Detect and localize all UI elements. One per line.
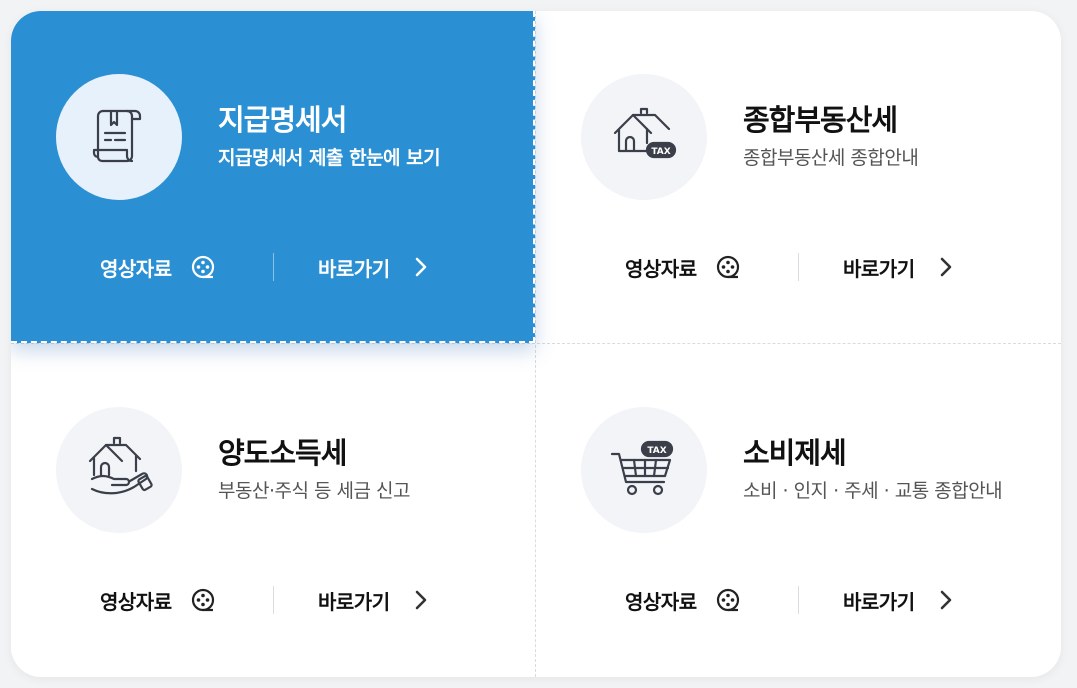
shopping-cart-tax-icon: TAX xyxy=(608,436,680,504)
video-material-link[interactable]: 영상자료 xyxy=(625,582,741,618)
horizontal-divider xyxy=(11,343,1061,344)
video-material-label: 영상자료 xyxy=(100,256,172,281)
card-description: 지급명세서 제출 한눈에 보기 xyxy=(218,147,441,169)
card-actions: 영상자료 바로가기 xyxy=(536,582,1060,618)
card-description: 부동산·주식 등 세금 신고 xyxy=(218,480,410,502)
card-capital-gains-tax[interactable]: 양도소득세 부동산·주식 등 세금 신고 영상자료 바로가기 xyxy=(11,344,535,676)
film-reel-icon xyxy=(190,254,216,280)
shortcut-label: 바로가기 xyxy=(843,589,915,614)
card-comprehensive-real-estate-tax[interactable]: TAX 종합부동산세 종합부동산세 종합안내 영상자료 바로가기 xyxy=(536,11,1060,343)
video-material-label: 영상자료 xyxy=(625,589,697,614)
document-scroll-icon xyxy=(87,103,151,171)
video-material-label: 영상자료 xyxy=(625,256,697,281)
card-actions: 영상자료 바로가기 xyxy=(11,249,535,285)
card-title: 지급명세서 xyxy=(218,103,347,137)
shortcut-label: 바로가기 xyxy=(843,256,915,281)
video-material-label: 영상자료 xyxy=(100,589,172,614)
icon-circle xyxy=(56,407,182,533)
icon-circle: TAX xyxy=(581,407,707,533)
tax-service-panel: 지급명세서 지급명세서 제출 한눈에 보기 영상자료 바로가기 TAX 종합부동… xyxy=(11,11,1061,677)
tax-badge-text: TAX xyxy=(651,147,670,157)
chevron-right-icon xyxy=(939,256,953,278)
house-in-hand-icon xyxy=(84,435,154,505)
icon-circle: TAX xyxy=(581,74,707,200)
video-material-link[interactable]: 영상자료 xyxy=(100,249,216,285)
action-separator xyxy=(798,253,799,281)
action-separator xyxy=(273,253,274,281)
card-title: 소비제세 xyxy=(743,436,847,470)
film-reel-icon xyxy=(190,587,216,613)
vertical-divider xyxy=(535,11,536,677)
card-title: 종합부동산세 xyxy=(743,103,898,137)
card-description: 종합부동산세 종합안내 xyxy=(743,147,919,169)
chevron-right-icon xyxy=(414,256,428,278)
film-reel-icon xyxy=(715,254,741,280)
tax-badge-text: TAX xyxy=(647,446,666,456)
card-actions: 영상자료 바로가기 xyxy=(11,582,535,618)
shortcut-link[interactable]: 바로가기 xyxy=(843,582,953,618)
chevron-right-icon xyxy=(414,589,428,611)
card-consumption-tax[interactable]: TAX 소비제세 소비 · 인지 · 주세 · 교통 종합안내 영상자료 바로가… xyxy=(536,344,1060,676)
film-reel-icon xyxy=(715,587,741,613)
shortcut-link[interactable]: 바로가기 xyxy=(843,249,953,285)
card-actions: 영상자료 바로가기 xyxy=(536,249,1060,285)
shortcut-label: 바로가기 xyxy=(318,589,390,614)
card-title: 양도소득세 xyxy=(218,436,347,470)
shortcut-link[interactable]: 바로가기 xyxy=(318,249,428,285)
house-tax-icon: TAX xyxy=(609,103,679,171)
video-material-link[interactable]: 영상자료 xyxy=(625,249,741,285)
card-payment-statement[interactable]: 지급명세서 지급명세서 제출 한눈에 보기 영상자료 바로가기 xyxy=(11,11,535,343)
action-separator xyxy=(798,586,799,614)
icon-circle xyxy=(56,74,182,200)
action-separator xyxy=(273,586,274,614)
shortcut-label: 바로가기 xyxy=(318,256,390,281)
video-material-link[interactable]: 영상자료 xyxy=(100,582,216,618)
shortcut-link[interactable]: 바로가기 xyxy=(318,582,428,618)
chevron-right-icon xyxy=(939,589,953,611)
card-description: 소비 · 인지 · 주세 · 교통 종합안내 xyxy=(743,480,1003,502)
